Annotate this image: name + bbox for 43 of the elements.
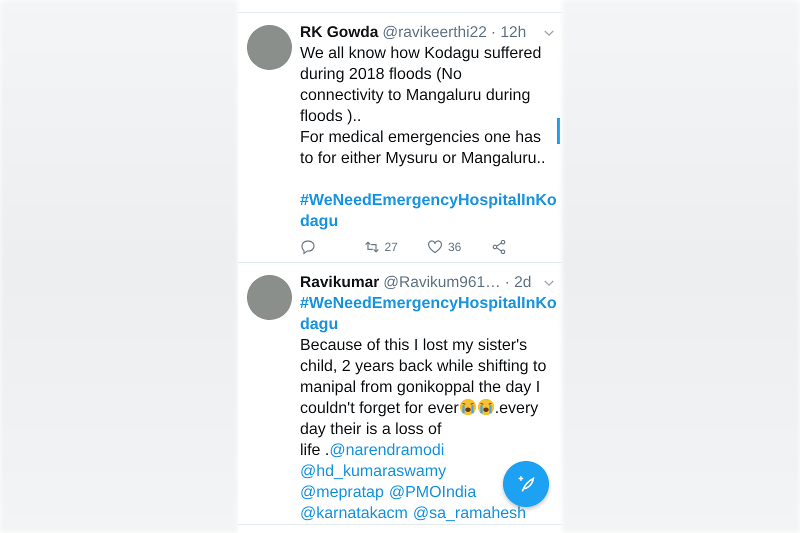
- tweet-text: life .: [300, 442, 330, 459]
- chevron-down-icon[interactable]: [544, 280, 554, 286]
- hashtag-link[interactable]: #WeNeedEmergencyHospitalInKo: [300, 295, 557, 312]
- hashtag-link[interactable]: dagu: [300, 316, 338, 333]
- hashtag-link[interactable]: #WeNeedEmergencyHospitalInKo: [300, 192, 557, 209]
- tweet-text: connectivity to Mangaluru during: [300, 87, 530, 104]
- tweet-text: floods )..: [300, 108, 362, 125]
- crying-face-icon: [476, 398, 495, 416]
- mention-link[interactable]: @PMOIndia: [388, 484, 476, 501]
- user-name: Ravikumar: [300, 274, 380, 292]
- tweet-text: couldn't forget for ever: [300, 400, 459, 417]
- tweet-text: child, 2 years back while shifting to: [300, 358, 546, 375]
- scroll-indicator: [557, 118, 560, 144]
- compose-button[interactable]: [503, 461, 549, 507]
- mention-link[interactable]: @hd_kumaraswamy: [300, 463, 446, 480]
- mention-link[interactable]: @narendramodi: [329, 442, 444, 459]
- avatar: [247, 275, 292, 320]
- crying-face-icon: [458, 398, 477, 416]
- mention-link[interactable]: @mepratap: [300, 484, 384, 501]
- tweet-text: during 2018 floods (No: [300, 66, 462, 83]
- mention-link[interactable]: @sa_ramahesh: [412, 505, 526, 522]
- user-handle: @Ravikum961…: [383, 274, 501, 292]
- heart-icon[interactable]: [427, 239, 443, 255]
- retweet-icon[interactable]: [364, 239, 380, 255]
- user-name: RK Gowda: [300, 24, 378, 42]
- tweet-text: day their is a loss of: [300, 421, 442, 438]
- tweet-time: · 12h: [490, 24, 526, 42]
- tweet-text: manipal from gonikoppal the day I: [300, 379, 540, 396]
- chevron-down-icon[interactable]: [544, 30, 554, 36]
- share-icon[interactable]: [490, 239, 506, 255]
- tweet-time: · 2d: [504, 274, 532, 292]
- action-count: 27: [384, 240, 398, 254]
- tweet-text: For medical emergencies one has: [300, 129, 542, 146]
- tweet-text: Because of this I lost my sister's: [300, 337, 528, 354]
- action-count: 36: [448, 240, 462, 254]
- user-handle: @ravikeerthi22: [382, 24, 487, 42]
- hashtag-link[interactable]: dagu: [300, 213, 338, 230]
- avatar: [247, 25, 292, 70]
- tweet-text: We all know how Kodagu suffered: [300, 45, 542, 62]
- reply-icon[interactable]: [300, 239, 316, 255]
- tweet-text: to for either Mysuru or Mangaluru..: [300, 150, 546, 167]
- tweet-text: .every: [494, 400, 538, 417]
- mention-link[interactable]: @karnatakacm: [300, 505, 408, 522]
